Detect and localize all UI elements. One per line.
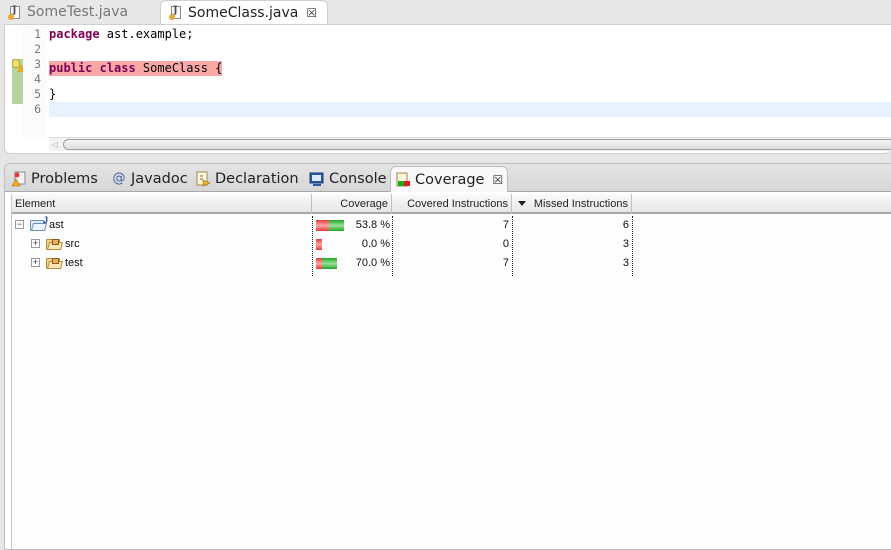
coverage-percent: 0.0 %	[361, 238, 390, 250]
element-name: src	[65, 238, 80, 250]
element-name: ast	[49, 219, 64, 231]
source-folder-icon	[46, 256, 64, 270]
collapse-icon[interactable]: −	[15, 220, 24, 229]
at-icon: @	[112, 171, 126, 186]
missed-instructions: 6	[622, 219, 629, 231]
column-header-missed-instructions[interactable]: Missed Instructions	[512, 194, 632, 214]
expand-icon[interactable]: +	[31, 258, 40, 267]
coverage-table: Element Coverage Covered Instructions Mi…	[11, 194, 891, 549]
column-header-coverage[interactable]: Coverage	[312, 194, 392, 214]
expand-icon[interactable]: +	[31, 239, 40, 248]
tab-sometest-java[interactable]: J SomeTest.java	[0, 0, 158, 24]
tab-label: Problems	[31, 171, 98, 187]
coverage-icon	[395, 172, 411, 188]
line-number: 6	[34, 102, 41, 116]
tab-console[interactable]: Console	[305, 166, 387, 192]
scrollbar-thumb[interactable]	[63, 139, 891, 150]
tab-label: Coverage	[415, 171, 485, 188]
line-number: 5	[34, 87, 41, 101]
covered-instructions: 0	[502, 238, 509, 250]
coverage-percent: 53.8 %	[355, 219, 390, 231]
close-icon[interactable]: ☒	[492, 173, 503, 187]
tab-label: Declaration	[215, 171, 299, 187]
editor-tab-bar: J SomeTest.java J SomeClass.java ☒	[0, 0, 891, 24]
line-number: 4	[34, 72, 41, 86]
table-row[interactable]: + test 70.0 % 7 3	[12, 254, 891, 273]
tab-declaration[interactable]: Declaration	[191, 166, 299, 192]
table-row[interactable]: + src 0.0 % 0 3	[12, 235, 891, 254]
eclipse-window: J SomeTest.java J SomeClass.java ☒ 1 2 3…	[0, 0, 891, 550]
missed-instructions: 3	[622, 238, 629, 250]
tab-problems[interactable]: Problems	[7, 166, 98, 192]
tab-someclass-java[interactable]: J SomeClass.java ☒	[160, 0, 328, 24]
code-area[interactable]: package ast.example; public class SomeCl…	[49, 27, 891, 117]
scroll-left-icon[interactable]: ◁	[49, 138, 61, 151]
line-number-ruler: 1 2 3 4 5 6	[23, 27, 47, 139]
java-project-icon: J	[30, 215, 48, 232]
coverage-panel: Problems @ Javadoc Declaration Console C…	[4, 163, 891, 550]
covered-instructions: 7	[502, 219, 509, 231]
tab-label: Javadoc	[131, 171, 188, 187]
missed-bar-segment	[316, 220, 329, 231]
element-name: test	[65, 257, 83, 269]
line-number: 1	[34, 27, 41, 41]
table-header: Element Coverage Covered Instructions Mi…	[12, 194, 891, 214]
tab-label: Console	[329, 171, 387, 187]
line-number: 3	[34, 57, 41, 71]
code-editor[interactable]: 1 2 3 4 5 6 package ast.example; public …	[4, 24, 891, 154]
column-header-covered-instructions[interactable]: Covered Instructions	[392, 194, 512, 214]
table-row[interactable]: − J ast 53.8 % 7 6	[12, 215, 891, 235]
covered-instructions: 7	[502, 257, 509, 269]
code-line-current	[49, 102, 891, 117]
declaration-icon	[195, 171, 211, 187]
code-line-missed: public class SomeClass {	[49, 61, 223, 76]
tab-javadoc[interactable]: @ Javadoc	[107, 166, 188, 192]
java-file-icon: J	[169, 5, 182, 20]
coverage-percent: 70.0 %	[355, 257, 390, 269]
column-header-element[interactable]: Element	[12, 194, 312, 214]
java-file-icon: J	[8, 5, 21, 20]
tab-label: SomeClass.java	[188, 4, 299, 21]
table-body: − J ast 53.8 % 7 6 + src 0.0 % 0 3 + tes…	[12, 215, 891, 273]
tab-coverage[interactable]: Coverage ☒	[390, 166, 508, 192]
code-line: package ast.example;	[49, 27, 194, 41]
sort-descending-icon	[518, 201, 526, 206]
missed-instructions: 3	[622, 257, 629, 269]
missed-bar-segment	[316, 239, 322, 250]
source-folder-icon	[46, 237, 64, 251]
tab-label: SomeTest.java	[27, 4, 129, 20]
code-line: }	[49, 87, 57, 101]
console-icon	[309, 171, 325, 187]
line-number: 2	[34, 42, 41, 56]
close-icon[interactable]: ☒	[306, 6, 317, 20]
problems-icon	[11, 171, 27, 187]
covered-bar-segment	[329, 220, 344, 231]
covered-bar-segment	[322, 258, 337, 269]
horizontal-scrollbar[interactable]: ◁	[49, 137, 891, 151]
view-tab-bar: Problems @ Javadoc Declaration Console C…	[5, 164, 891, 192]
